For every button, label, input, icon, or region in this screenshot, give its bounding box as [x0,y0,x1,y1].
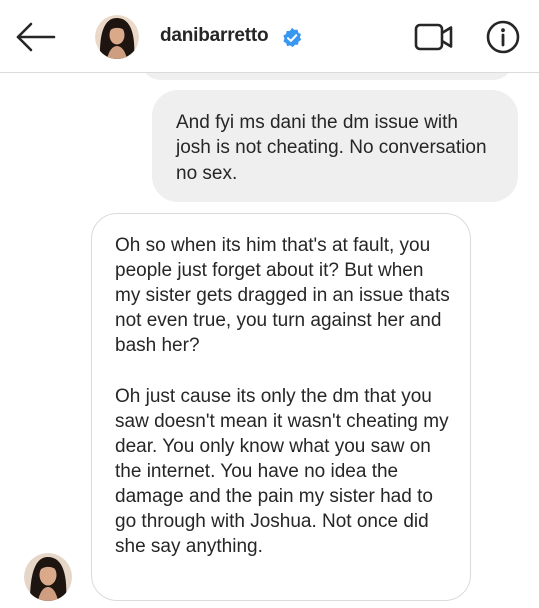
sender-avatar[interactable] [24,553,72,601]
received-message-bubble[interactable]: Oh so when its him that's at fault, you … [91,213,471,601]
avatar-photo [95,15,139,59]
verified-badge-icon [283,27,302,48]
video-camera-icon [414,23,453,51]
message-thread: And fyi ms dani the dm issue with josh i… [0,0,539,608]
info-icon [486,20,520,54]
avatar-photo [24,553,72,601]
chat-header: danibarretto [0,0,539,73]
chat-username[interactable]: danibarretto [160,25,269,47]
sent-message-bubble[interactable]: And fyi ms dani the dm issue with josh i… [152,90,518,202]
arrow-left-icon [16,22,56,52]
received-message-text: Oh so when its him that's at fault, you … [115,235,450,558]
back-button[interactable] [14,20,58,54]
video-call-button[interactable] [413,20,455,54]
conversation-info-button[interactable] [485,19,521,55]
sent-message-text: And fyi ms dani the dm issue with josh i… [176,112,487,184]
profile-avatar[interactable] [95,15,139,59]
